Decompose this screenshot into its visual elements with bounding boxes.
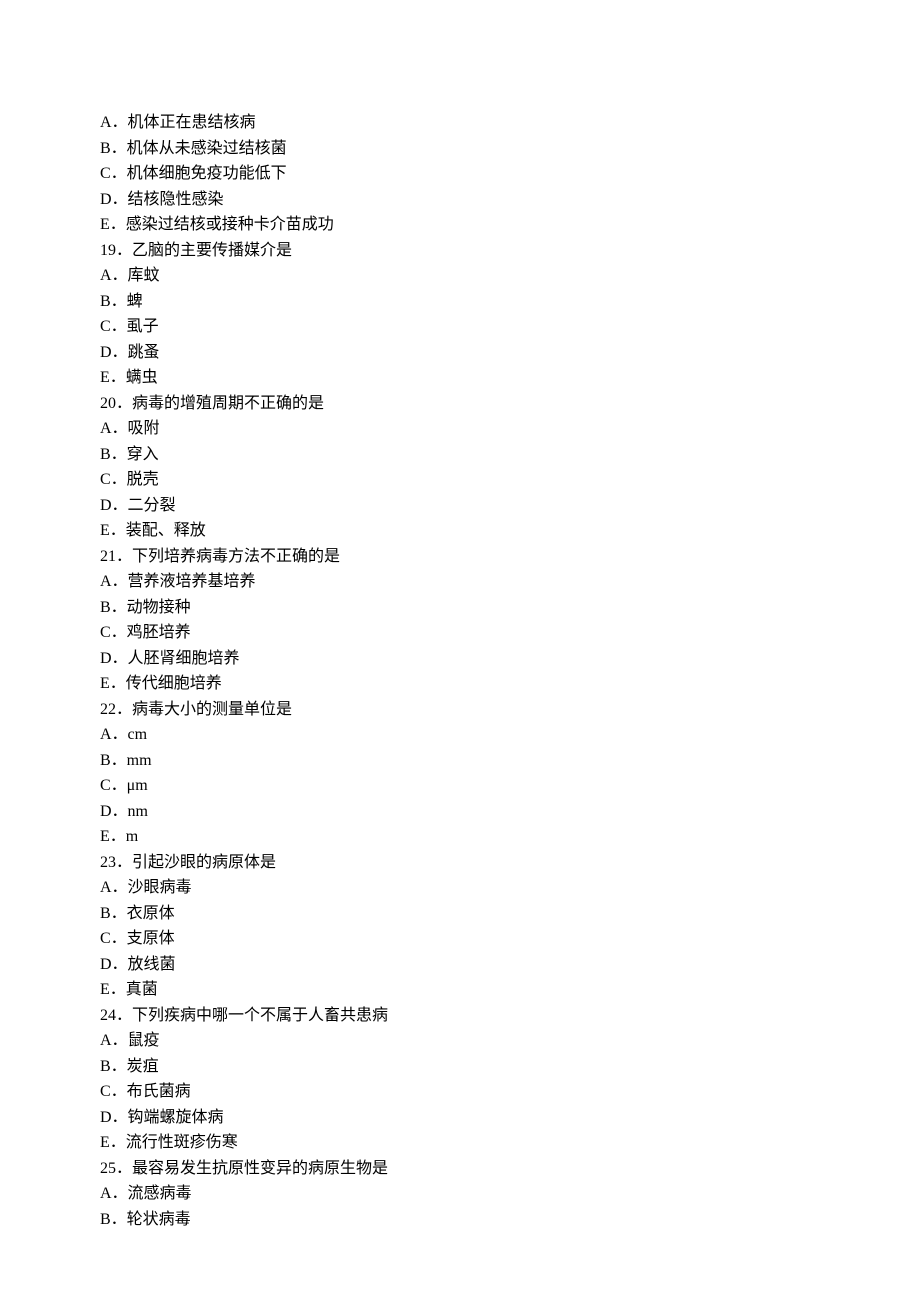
text-line: C．虱子 <box>100 314 820 340</box>
text-line: A．吸附 <box>100 416 820 442</box>
text-line: D．放线菌 <box>100 952 820 978</box>
text-line: A．库蚊 <box>100 263 820 289</box>
text-line: 21．下列培养病毒方法不正确的是 <box>100 544 820 570</box>
text-line: E．感染过结核或接种卡介苗成功 <box>100 212 820 238</box>
text-line: E．传代细胞培养 <box>100 671 820 697</box>
text-line: C．支原体 <box>100 926 820 952</box>
document-body: A．机体正在患结核病 B．机体从未感染过结核菌 C．机体细胞免疫功能低下 D．结… <box>100 110 820 1232</box>
text-line: A．流感病毒 <box>100 1181 820 1207</box>
text-line: B．衣原体 <box>100 901 820 927</box>
text-line: A．鼠疫 <box>100 1028 820 1054</box>
text-line: C．鸡胚培养 <box>100 620 820 646</box>
text-line: C．μm <box>100 773 820 799</box>
text-line: A．沙眼病毒 <box>100 875 820 901</box>
text-line: E．装配、释放 <box>100 518 820 544</box>
text-line: D．二分裂 <box>100 493 820 519</box>
text-line: C．机体细胞免疫功能低下 <box>100 161 820 187</box>
text-line: E．真菌 <box>100 977 820 1003</box>
text-line: D．钩端螺旋体病 <box>100 1105 820 1131</box>
text-line: A．机体正在患结核病 <box>100 110 820 136</box>
text-line: B．炭疽 <box>100 1054 820 1080</box>
text-line: D．跳蚤 <box>100 340 820 366</box>
text-line: 22．病毒大小的测量单位是 <box>100 697 820 723</box>
text-line: C．布氏菌病 <box>100 1079 820 1105</box>
text-line: B．动物接种 <box>100 595 820 621</box>
text-line: D．nm <box>100 799 820 825</box>
text-line: E．流行性斑疹伤寒 <box>100 1130 820 1156</box>
text-line: D．结核隐性感染 <box>100 187 820 213</box>
text-line: B．轮状病毒 <box>100 1207 820 1233</box>
text-line: 23．引起沙眼的病原体是 <box>100 850 820 876</box>
text-line: 24．下列疾病中哪一个不属于人畜共患病 <box>100 1003 820 1029</box>
text-line: B．穿入 <box>100 442 820 468</box>
text-line: 25．最容易发生抗原性变异的病原生物是 <box>100 1156 820 1182</box>
text-line: E．螨虫 <box>100 365 820 391</box>
text-line: E．m <box>100 824 820 850</box>
text-line: B．蜱 <box>100 289 820 315</box>
text-line: B．机体从未感染过结核菌 <box>100 136 820 162</box>
text-line: D．人胚肾细胞培养 <box>100 646 820 672</box>
text-line: C．脱壳 <box>100 467 820 493</box>
text-line: A．营养液培养基培养 <box>100 569 820 595</box>
text-line: B．mm <box>100 748 820 774</box>
text-line: A．cm <box>100 722 820 748</box>
text-line: 20．病毒的增殖周期不正确的是 <box>100 391 820 417</box>
text-line: 19．乙脑的主要传播媒介是 <box>100 238 820 264</box>
